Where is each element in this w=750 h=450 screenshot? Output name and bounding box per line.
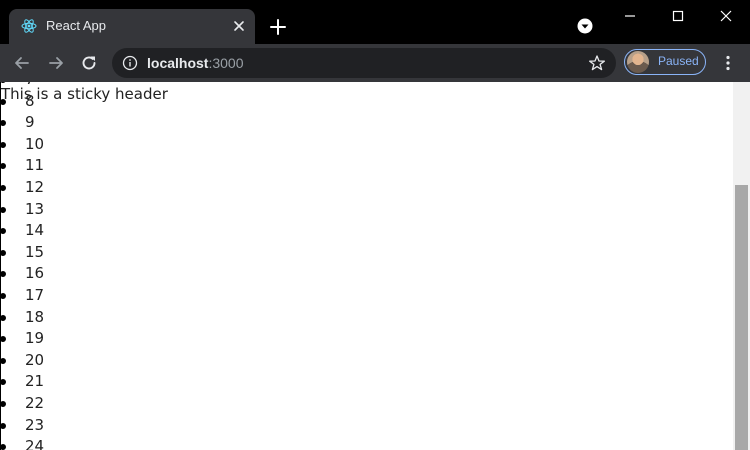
maximize-icon[interactable]: [668, 6, 688, 26]
list-item: 17: [1, 285, 44, 307]
list-item: 21: [1, 371, 44, 393]
list-item: 18: [1, 307, 44, 329]
sticky-header: This is a sticky header: [1, 85, 168, 103]
vertical-scrollbar[interactable]: [733, 82, 750, 450]
minimize-icon[interactable]: [620, 6, 640, 26]
new-tab-icon[interactable]: [268, 17, 288, 37]
list-item: 22: [1, 393, 44, 415]
url-host: localhost: [147, 55, 209, 71]
tab-react-app[interactable]: React App: [9, 9, 255, 44]
avatar: [627, 51, 649, 73]
back-arrow-icon[interactable]: [12, 53, 32, 73]
close-tab-icon[interactable]: [231, 18, 247, 34]
list-item: 19: [1, 328, 44, 350]
react-icon: [21, 19, 37, 33]
list-item: 10: [1, 134, 44, 156]
list-item: 11: [1, 155, 44, 177]
kebab-menu-icon[interactable]: [718, 53, 738, 73]
profile-status: Paused: [658, 54, 699, 68]
forward-arrow-icon[interactable]: [46, 53, 66, 73]
bookmark-star-icon[interactable]: [588, 54, 606, 72]
window-close-icon[interactable]: [716, 6, 736, 26]
list-item: 9: [1, 112, 44, 134]
info-icon[interactable]: [122, 55, 138, 71]
url-port: :3000: [208, 55, 244, 71]
browser-toolbar: localhost:3000 Paused: [0, 44, 750, 82]
page-viewport: This is a sticky header 7891011121314151…: [0, 82, 733, 450]
tab-strip: React App: [0, 0, 750, 44]
list-item: 15: [1, 242, 44, 264]
list-item: 12: [1, 177, 44, 199]
list-item: 16: [1, 263, 44, 285]
reload-icon[interactable]: [79, 53, 99, 73]
scrollbar-thumb[interactable]: [735, 185, 748, 450]
browser-window: React App localhost:3000 Paused This is …: [0, 0, 750, 450]
url-text[interactable]: localhost:3000: [147, 55, 244, 71]
tab-title: React App: [46, 18, 106, 33]
profile-button[interactable]: Paused: [624, 49, 706, 75]
list-item: 14: [1, 220, 44, 242]
number-list: 789101112131415161718192021222324: [1, 82, 44, 450]
list-item: 13: [1, 199, 44, 221]
tab-search-icon[interactable]: [577, 18, 593, 34]
address-bar[interactable]: localhost:3000: [112, 48, 616, 78]
list-item: 20: [1, 350, 44, 372]
list-item: 23: [1, 415, 44, 437]
list-item: 24: [1, 436, 44, 450]
